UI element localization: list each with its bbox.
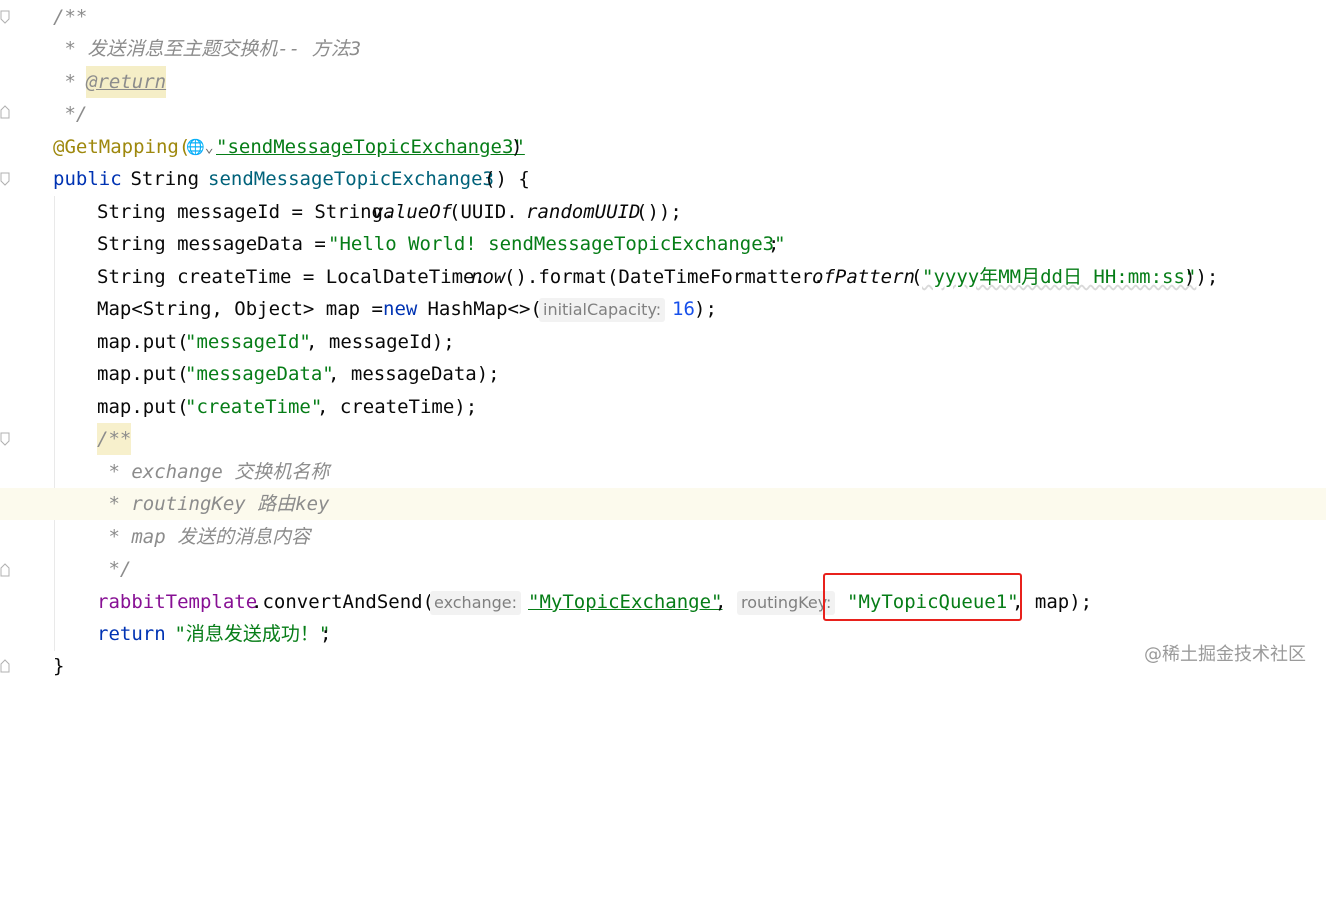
static-call-ofPattern: ofPattern [812, 266, 915, 288]
code-line[interactable]: */ [0, 98, 1326, 130]
globe-icon[interactable]: 🌐⌄ [186, 131, 214, 163]
code-segment: )); [1184, 266, 1219, 288]
doc-comment-text: * 发送消息至主题交换机-- 方法3 [53, 38, 362, 60]
number-literal: 16 [672, 298, 695, 320]
code-segment: (UUID. [449, 201, 518, 223]
method-signature-rest: () { [484, 168, 530, 190]
keyword-public: public [53, 168, 122, 190]
keyword-return: return [97, 623, 166, 645]
code-segment: map.put( [97, 331, 189, 353]
parameter-hint: exchange: [430, 586, 522, 618]
code-line[interactable]: * map 发送的消息内容 [0, 521, 1326, 553]
code-segment: String createTime = LocalDateTime. [97, 266, 486, 288]
code-line[interactable]: map.put( "messageData" , messageData); [0, 358, 1326, 390]
get-mapping-annotation: @GetMapping( [53, 136, 191, 158]
code-line[interactable]: Map<String, Object> map = new HashMap<>(… [0, 293, 1326, 325]
code-segment: , messageData); [328, 363, 500, 385]
closing-brace: } [53, 655, 65, 677]
code-segment: ); [694, 298, 717, 320]
return-type: String [119, 168, 211, 190]
code-line[interactable]: * @return [0, 66, 1326, 98]
exchange-string[interactable]: "MyTopicExchange" [528, 586, 722, 618]
field-rabbit-template[interactable]: rabbitTemplate [97, 586, 257, 618]
doc-return-tag[interactable]: @return [86, 66, 167, 98]
code-segment: ; [768, 233, 780, 255]
date-pattern-string: "yyyy年MM月dd日 HH:mm:ss" [922, 266, 1197, 288]
code-line[interactable]: } [0, 650, 1326, 682]
code-line[interactable]: map.put( "messageId" , messageId); [0, 326, 1326, 358]
code-editor[interactable]: /** * 发送消息至主题交换机-- 方法3 * @return */ @Get… [0, 0, 1326, 685]
paren-close: ) [511, 136, 523, 158]
doc-comment-close: */ [97, 558, 132, 580]
code-line[interactable]: rabbitTemplate .convertAndSend( exchange… [0, 586, 1326, 618]
watermark: @稀土掘金技术社区 [1144, 644, 1306, 665]
doc-comment-close: */ [53, 103, 88, 125]
string-literal: "Hello World! sendMessageTopicExchange3" [328, 233, 786, 255]
red-highlight-box [823, 573, 1022, 621]
code-line[interactable]: String messageData = "Hello World! sendM… [0, 228, 1326, 260]
parameter-hint: initialCapacity: [539, 293, 666, 325]
static-call-randomUUID: randomUUID [526, 201, 641, 223]
static-call-now: now [471, 266, 506, 288]
doc-comment-text: * routingKey 路由key [97, 493, 330, 515]
code-segment: , messageId); [306, 331, 455, 353]
code-line[interactable]: String messageId = String. valueOf (UUID… [0, 196, 1326, 228]
string-literal: "messageData" [185, 363, 334, 385]
code-segment: String messageData = [97, 233, 338, 255]
parameter-hint-label: routingKey: [737, 590, 836, 615]
parameter-hint-label: initialCapacity: [539, 297, 666, 322]
code-line[interactable]: /** [0, 423, 1326, 455]
code-segment: .convertAndSend( [251, 591, 435, 613]
string-literal: "createTime" [185, 396, 323, 418]
doc-comment-text: * exchange 交换机名称 [97, 461, 330, 483]
doc-comment-text: * map 发送的消息内容 [97, 526, 311, 548]
string-literal: "消息发送成功！" [163, 623, 331, 645]
code-segment: map.put( [97, 363, 189, 385]
code-line[interactable]: * 发送消息至主题交换机-- 方法3 [0, 33, 1326, 65]
code-line[interactable]: */ [0, 553, 1326, 585]
string-literal: "messageId" [185, 331, 311, 353]
code-segment: , [715, 591, 727, 613]
method-name[interactable]: sendMessageTopicExchange3 [208, 163, 494, 195]
code-line[interactable]: return "消息发送成功！" ; [0, 618, 1326, 650]
static-call-valueOf: valueOf [372, 201, 453, 223]
code-segment: Map<String, Object> map = [97, 298, 395, 320]
code-line-current[interactable]: * routingKey 路由key [0, 488, 1326, 520]
parameter-hint-label: exchange: [430, 590, 522, 615]
code-segment: , createTime); [317, 396, 478, 418]
keyword-new: new [383, 298, 418, 320]
code-segment: ; [320, 623, 332, 645]
parameter-hint: routingKey: [737, 586, 836, 618]
code-line[interactable]: String createTime = LocalDateTime. now (… [0, 261, 1326, 293]
doc-comment-prefix: * [53, 71, 88, 93]
code-segment: map.put( [97, 396, 189, 418]
code-segment: HashMap<>( [416, 298, 542, 320]
code-segment: ().format(DateTimeFormatter. [504, 266, 825, 288]
code-line[interactable]: public String sendMessageTopicExchange3 … [0, 163, 1326, 195]
doc-comment-open: /** [97, 423, 132, 455]
code-segment: , map); [1012, 591, 1093, 613]
code-line[interactable]: /** [0, 1, 1326, 33]
mapping-path-string[interactable]: "sendMessageTopicExchange3" [216, 131, 525, 163]
doc-comment-open: /** [53, 6, 88, 28]
code-segment: String messageId = String. [97, 201, 395, 223]
code-segment: ()); [636, 201, 682, 223]
code-line[interactable]: * exchange 交换机名称 [0, 456, 1326, 488]
code-line[interactable]: map.put( "createTime" , createTime); [0, 391, 1326, 423]
code-segment: ( [911, 266, 923, 288]
code-line[interactable]: @GetMapping( 🌐⌄ "sendMessageTopicExchang… [0, 131, 1326, 163]
